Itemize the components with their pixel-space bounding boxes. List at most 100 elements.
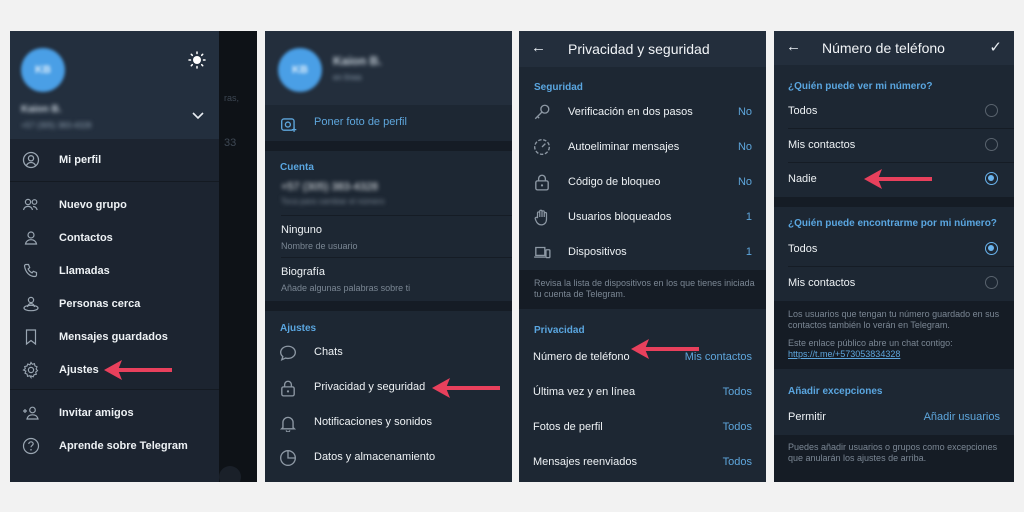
avatar-initials: KB <box>292 64 308 76</box>
bio-label: Añade algunas palabras sobre ti <box>281 283 411 293</box>
camera-add-icon <box>281 118 297 132</box>
settings-item-chats[interactable]: Chats <box>265 336 512 370</box>
devices-icon <box>534 246 551 259</box>
menu-item-calls[interactable]: Llamadas <box>10 255 219 287</box>
option-see-my-contacts[interactable]: Mis contactos <box>774 128 1014 162</box>
radio-button-selected[interactable] <box>985 242 998 255</box>
option-label: Todos <box>788 105 818 117</box>
username-row[interactable]: Ninguno Nombre de usuario <box>265 219 512 257</box>
account-switch-button[interactable] <box>191 111 205 121</box>
phone-number-value: +57 (305) 383-4328 <box>281 181 378 193</box>
privacy-item-profile-photos[interactable]: Fotos de perfil Todos <box>519 410 766 444</box>
security-item-value: No <box>737 141 752 153</box>
hand-icon <box>534 209 548 226</box>
section-title-settings: Ajustes <box>280 323 317 334</box>
menu-item-label: Aprende sobre Telegram <box>59 440 188 452</box>
privacy-item-forwarded-messages[interactable]: Mensajes reenviados Todos <box>519 445 766 479</box>
menu-item-new-group[interactable]: Nuevo grupo <box>10 189 219 221</box>
back-button[interactable]: ← <box>786 38 801 55</box>
security-item-label: Verificación en dos pasos <box>568 106 693 118</box>
help-icon <box>22 437 40 455</box>
security-item-auto-delete[interactable]: Autoeliminar mensajes No <box>519 130 766 164</box>
security-item-value: 1 <box>745 211 752 223</box>
menu-item-telegram-faq[interactable]: Aprende sobre Telegram <box>10 430 219 462</box>
option-find-everybody[interactable]: Todos <box>774 232 1014 266</box>
security-item-label: Dispositivos <box>568 246 627 258</box>
highlight-arrow-icon <box>864 169 932 189</box>
group-icon <box>22 196 40 214</box>
privacy-item-last-seen[interactable]: Última vez y en línea Todos <box>519 375 766 409</box>
radio-button[interactable] <box>985 104 998 117</box>
radio-button[interactable] <box>985 276 998 289</box>
bio-value: Biografía <box>281 266 326 278</box>
settings-item-notifications[interactable]: Notificaciones y sonidos <box>265 406 512 440</box>
radio-button[interactable] <box>985 138 998 151</box>
sun-icon <box>188 51 206 69</box>
security-item-blocked-users[interactable]: Usuarios bloqueados 1 <box>519 200 766 234</box>
lock-icon <box>535 174 549 191</box>
add-user-icon <box>22 404 40 422</box>
arrow-left-icon: ← <box>531 39 546 56</box>
menu-item-invite-friends[interactable]: Invitar amigos <box>10 397 219 429</box>
exceptions-hint: Puedes añadir usuarios o grupos como exc… <box>788 442 998 463</box>
compose-fab[interactable] <box>219 466 241 482</box>
row-divider <box>281 257 512 258</box>
divider <box>10 389 219 390</box>
public-link[interactable]: https://t.me/+573053834328 <box>788 349 900 360</box>
security-item-label: Usuarios bloqueados <box>568 211 672 223</box>
pie-chart-icon <box>280 450 296 466</box>
phone-number-row[interactable]: +57 (305) 383-4328 Toca para cambiar el … <box>265 177 512 213</box>
privacy-item-label: Última vez y en línea <box>533 386 636 398</box>
option-find-my-contacts[interactable]: Mis contactos <box>774 266 1014 300</box>
page-title: Número de teléfono <box>822 40 945 56</box>
devices-hint: Revisa la lista de dispositivos en los q… <box>534 278 755 299</box>
section-title-who-can-see: ¿Quién puede ver mi número? <box>788 81 933 92</box>
allow-exceptions-row[interactable]: Permitir Añadir usuarios <box>774 400 1014 434</box>
panel-main-menu: ras, 33 KB Kaion B. +57 (305) 383-4328 M… <box>10 31 257 482</box>
panel-privacy-security: ← Privacidad y seguridad Seguridad Verif… <box>519 31 766 482</box>
avatar[interactable]: KB <box>278 48 322 92</box>
section-separator <box>265 141 512 151</box>
security-item-value: No <box>737 106 752 118</box>
security-item-devices[interactable]: Dispositivos 1 <box>519 235 766 269</box>
menu-item-my-profile[interactable]: Mi perfil <box>10 144 219 176</box>
drawer-header: KB Kaion B. +57 (305) 383-4328 <box>10 31 219 139</box>
section-title-security: Seguridad <box>534 82 583 93</box>
privacy-item-value: Todos <box>722 386 752 398</box>
section-title-account: Cuenta <box>280 162 314 173</box>
link-hint: Este enlace público abre un chat contigo… <box>788 338 953 348</box>
avatar[interactable]: KB <box>21 48 65 92</box>
user-circle-icon <box>22 151 40 169</box>
bookmark-icon <box>22 328 40 346</box>
security-item-passcode[interactable]: Código de bloqueo No <box>519 165 766 199</box>
settings-item-label: Datos y almacenamiento <box>314 451 436 463</box>
back-button[interactable]: ← <box>531 39 546 56</box>
menu-item-saved-messages[interactable]: Mensajes guardados <box>10 321 219 353</box>
option-see-everybody[interactable]: Todos <box>774 94 1014 128</box>
highlight-arrow-icon <box>432 378 500 398</box>
divider <box>10 181 219 182</box>
settings-item-data-storage[interactable]: Datos y almacenamiento <box>265 441 512 475</box>
profile-name: Kaion B. <box>333 54 382 68</box>
menu-item-contacts[interactable]: Contactos <box>10 222 219 254</box>
timer-icon <box>534 139 550 155</box>
add-users-button[interactable]: Añadir usuarios <box>924 411 1000 423</box>
bio-row[interactable]: Biografía Añade algunas palabras sobre t… <box>265 261 512 299</box>
menu-item-label: Llamadas <box>59 265 110 277</box>
bell-icon <box>279 416 297 432</box>
privacy-item-value: Todos <box>722 421 752 433</box>
radio-button-selected[interactable] <box>985 172 998 185</box>
menu-item-label: Personas cerca <box>59 298 141 310</box>
username-label: Nombre de usuario <box>281 241 358 251</box>
avatar-initials: KB <box>35 64 51 76</box>
security-item-two-step[interactable]: Verificación en dos pasos No <box>519 95 766 129</box>
menu-item-people-nearby[interactable]: Personas cerca <box>10 288 219 320</box>
theme-toggle-button[interactable] <box>188 51 206 69</box>
menu-item-label: Mi perfil <box>59 154 102 166</box>
username-value: Ninguno <box>281 224 322 236</box>
set-profile-photo-button[interactable]: Poner foto de perfil <box>265 105 512 141</box>
background-chat-snippet: ras, <box>224 93 240 103</box>
contact-icon <box>22 229 40 247</box>
save-button[interactable]: ✓ <box>989 38 1002 56</box>
section-separator <box>774 197 1014 207</box>
